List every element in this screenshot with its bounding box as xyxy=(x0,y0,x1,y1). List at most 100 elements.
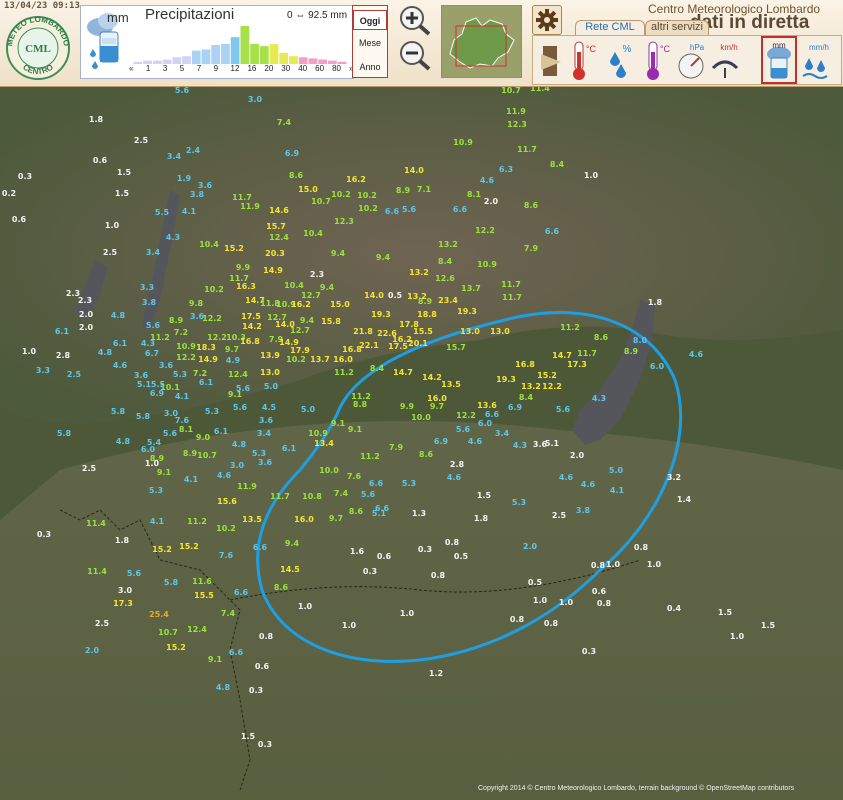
station-value[interactable]: 5.6 xyxy=(233,403,248,412)
station-value[interactable]: 3.4 xyxy=(257,429,272,438)
dew-point-icon[interactable]: °C xyxy=(641,38,673,82)
station-value[interactable]: 0.4 xyxy=(667,604,682,613)
station-value[interactable]: 4.6 xyxy=(480,176,495,185)
station-value[interactable]: 12.3 xyxy=(507,120,527,129)
station-value[interactable]: 5.1 xyxy=(372,509,387,518)
station-value[interactable]: 7.6 xyxy=(347,472,362,481)
station-value[interactable]: 13.0 xyxy=(460,327,480,336)
station-value[interactable]: 4.8 xyxy=(116,437,131,446)
station-value[interactable]: 14.0 xyxy=(364,291,384,300)
station-value[interactable]: 13.2 xyxy=(438,240,458,249)
station-value[interactable]: 1.8 xyxy=(89,115,104,124)
station-value[interactable]: 9.0 xyxy=(196,433,211,442)
station-value[interactable]: 2.5 xyxy=(552,511,567,520)
station-value[interactable]: 8.1 xyxy=(467,190,482,199)
station-value[interactable]: 14.2 xyxy=(242,322,262,331)
station-value[interactable]: 10.2 xyxy=(204,285,224,294)
station-value[interactable]: 5.8 xyxy=(57,429,72,438)
station-value[interactable]: 2.5 xyxy=(95,619,110,628)
station-value[interactable]: 4.1 xyxy=(182,207,197,216)
station-value[interactable]: 8.0 xyxy=(633,336,648,345)
station-value[interactable]: 15.2 xyxy=(179,542,199,551)
humidity-icon[interactable]: % xyxy=(605,38,637,82)
station-value[interactable]: 11.2 xyxy=(360,452,380,461)
station-value[interactable]: 15.2 xyxy=(224,244,244,253)
station-value[interactable]: 10.0 xyxy=(411,413,431,422)
station-value[interactable]: 14.7 xyxy=(552,351,572,360)
station-value[interactable]: 3.6 xyxy=(134,371,149,380)
station-value[interactable]: 4.6 xyxy=(113,361,128,370)
station-value[interactable]: 11.7 xyxy=(577,349,597,358)
station-value[interactable]: 0.6 xyxy=(377,552,392,561)
station-value[interactable]: 15.0 xyxy=(330,300,350,309)
station-value[interactable]: 9.4 xyxy=(285,539,300,548)
station-value[interactable]: 0.8 xyxy=(597,599,612,608)
station-value[interactable]: 5.5 xyxy=(155,208,170,217)
station-value[interactable]: 5.1 xyxy=(545,439,560,448)
station-value[interactable]: 11.2 xyxy=(560,323,580,332)
station-value[interactable]: 6.1 xyxy=(199,378,214,387)
station-value[interactable]: 0.2 xyxy=(2,189,16,198)
station-value[interactable]: 13.2 xyxy=(409,268,429,277)
temperature-icon[interactable]: °C xyxy=(569,38,601,82)
station-value[interactable]: 1.0 xyxy=(730,632,745,641)
station-value[interactable]: 5.3 xyxy=(252,449,266,458)
station-value[interactable]: 9.1 xyxy=(331,419,346,428)
station-value[interactable]: 1.0 xyxy=(400,609,415,618)
tab-altri-servizi[interactable]: altri servizi xyxy=(645,20,709,36)
station-value[interactable]: 5.3 xyxy=(205,407,219,416)
station-value[interactable]: 14.9 xyxy=(263,266,283,275)
station-value[interactable]: 19.3 xyxy=(457,307,477,316)
station-value[interactable]: 11.4 xyxy=(86,519,106,528)
station-value[interactable]: 8.9 xyxy=(169,316,184,325)
station-value[interactable]: 3.0 xyxy=(230,461,245,470)
station-value[interactable]: 1.8 xyxy=(474,514,489,523)
station-value[interactable]: 9.1 xyxy=(157,468,172,477)
station-value[interactable]: 9.9 xyxy=(400,402,415,411)
station-value[interactable]: 14.6 xyxy=(269,206,289,215)
station-value[interactable]: 5.6 xyxy=(175,87,190,95)
station-value[interactable]: 15.7 xyxy=(446,343,466,352)
station-value[interactable]: 1.0 xyxy=(22,347,37,356)
station-value[interactable]: 8.9 xyxy=(624,347,639,356)
station-value[interactable]: 5.3 xyxy=(149,486,163,495)
station-value[interactable]: 1.0 xyxy=(606,560,621,569)
station-value[interactable]: 6.6 xyxy=(485,410,500,419)
station-value[interactable]: 1.9 xyxy=(177,174,192,183)
station-value[interactable]: 4.6 xyxy=(581,480,596,489)
station-value[interactable]: 11.9 xyxy=(237,482,257,491)
station-value[interactable]: 10.2 xyxy=(286,355,306,364)
station-value[interactable]: 9.4 xyxy=(300,316,315,325)
station-value[interactable]: 4.6 xyxy=(559,473,574,482)
station-value[interactable]: 3.4 xyxy=(146,248,161,257)
station-value[interactable]: 2.8 xyxy=(450,460,465,469)
station-value[interactable]: 6.6 xyxy=(253,543,268,552)
station-value[interactable]: 15.0 xyxy=(298,185,318,194)
station-value[interactable]: 15.2 xyxy=(152,545,172,554)
station-value[interactable]: 4.3 xyxy=(513,441,527,450)
station-value[interactable]: 6.0 xyxy=(141,445,156,454)
station-value[interactable]: 15.7 xyxy=(266,222,286,231)
station-value[interactable]: 12.4 xyxy=(187,625,207,634)
station-value[interactable]: 0.8 xyxy=(591,561,606,570)
station-value[interactable]: 2.5 xyxy=(67,370,82,379)
station-value[interactable]: 1.0 xyxy=(342,621,357,630)
period-today-button[interactable]: Oggi xyxy=(353,10,387,30)
station-value[interactable]: 11.7 xyxy=(232,193,252,202)
station-value[interactable]: 4.8 xyxy=(232,440,247,449)
station-value[interactable]: 0.8 xyxy=(431,571,446,580)
station-value[interactable]: 2.5 xyxy=(103,248,118,257)
station-value[interactable]: 6.1 xyxy=(55,327,70,336)
station-value[interactable]: 10.0 xyxy=(319,466,339,475)
station-value[interactable]: 10.7 xyxy=(158,628,178,637)
station-value[interactable]: 11.7 xyxy=(502,293,522,302)
station-value[interactable]: 2.5 xyxy=(134,136,149,145)
station-value[interactable]: 6.7 xyxy=(145,349,159,358)
station-value[interactable]: 16.8 xyxy=(240,337,260,346)
station-value[interactable]: 6.1 xyxy=(282,444,297,453)
station-value[interactable]: 5.0 xyxy=(301,405,316,414)
station-value[interactable]: 8.8 xyxy=(353,400,368,409)
station-value[interactable]: 6.1 xyxy=(214,427,229,436)
wind-direction-icon[interactable] xyxy=(535,38,567,82)
station-value[interactable]: 11.9 xyxy=(240,202,260,211)
